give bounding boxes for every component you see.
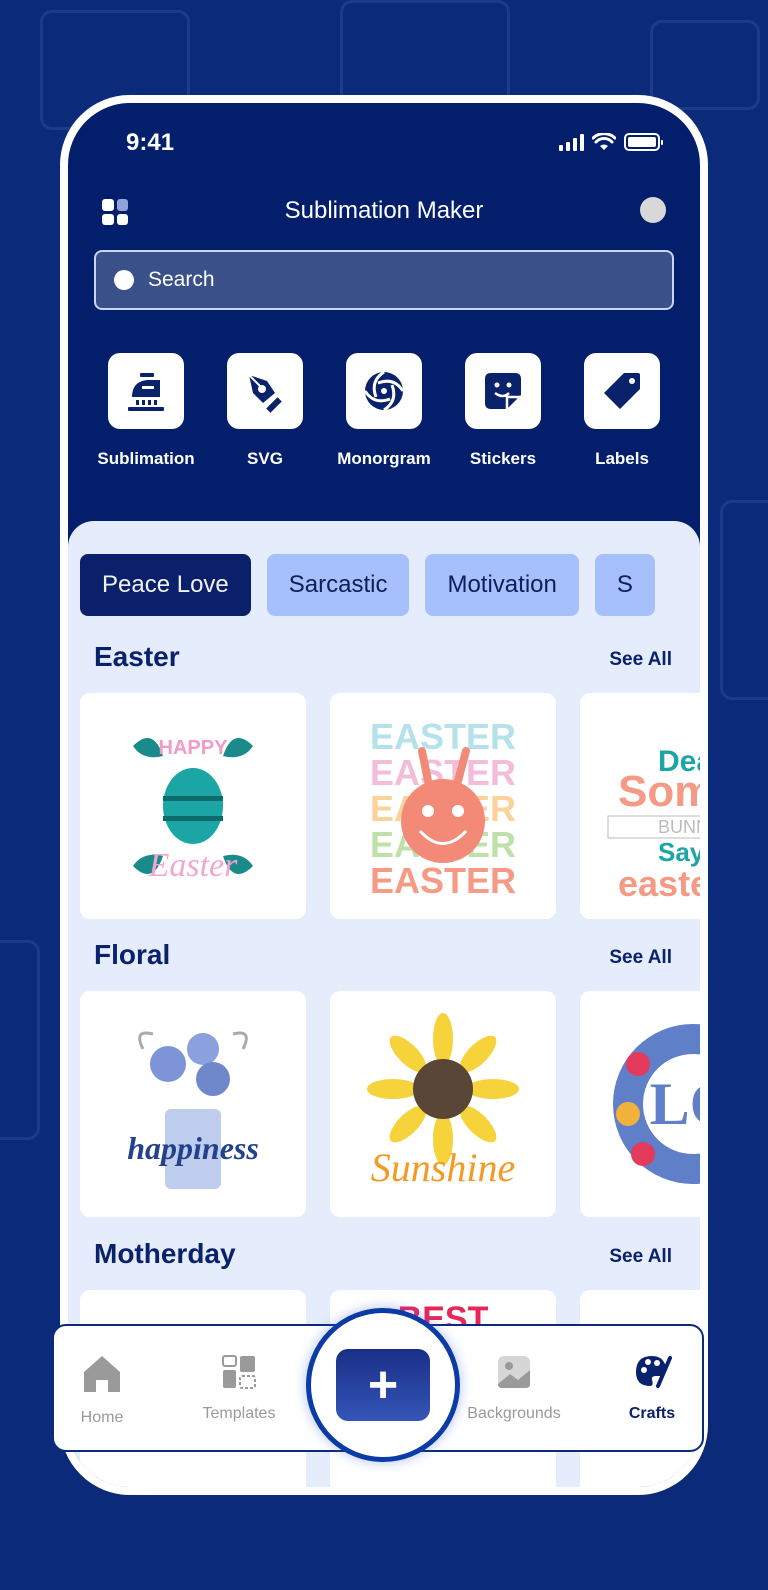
chip-motivation[interactable]: Motivation [425,554,579,616]
see-all-link[interactable]: See All [609,1246,672,1268]
svg-text:EASTER: EASTER [370,860,516,901]
tab-label: Templates [202,1405,276,1422]
category-label: Stickers [469,449,537,468]
category-label: Labels [595,449,649,468]
happiness-vase-artwork: happiness [127,1031,259,1189]
svg-text:happiness: happiness [127,1130,259,1166]
palette-icon [636,1356,672,1388]
category-label: SVG [247,449,283,468]
sunshine-sunflower-artwork: Sunshine [367,1013,519,1190]
sticker-icon [485,373,521,409]
section-easter: Easter See All HAPPY Easter EASTER EASTE… [68,641,700,919]
chip-peace-love[interactable]: Peace Love [80,554,251,616]
design-card[interactable]: Sunshine [330,991,556,1217]
category-shortcuts: Sublimation SVG Monorgram Stickers Label… [88,353,680,469]
filter-chips: Peace Love Sarcastic Motivation S [80,554,655,616]
search-bar[interactable] [94,250,674,310]
svg-text:easter: easter [618,863,700,901]
love-floral-artwork: LO [613,1024,700,1184]
category-label: Sublimation [97,449,195,468]
background-decoration [720,500,768,700]
search-icon [114,270,134,290]
section-title: Motherday [94,1238,236,1269]
category-label: Monorgram [337,449,431,468]
category-monogram[interactable]: Monorgram [326,353,442,469]
chip-sarcastic[interactable]: Sarcastic [266,554,410,616]
svg-text:EASTER: EASTER [370,716,516,757]
home-icon [84,1356,120,1392]
battery-icon [624,133,663,151]
status-icons [559,133,663,151]
tab-home[interactable]: Home [42,1352,162,1427]
iron-icon [128,373,164,411]
see-all-link[interactable]: See All [609,947,672,969]
section-floral: Floral See All happiness Sunshine L [68,939,700,1217]
search-input[interactable] [148,268,651,292]
app-header: Sublimation Maker [68,193,700,243]
templates-icon [222,1355,256,1389]
svg-text:Some: Some [618,767,700,816]
design-card[interactable]: HAPPY Easter [80,693,306,919]
pen-tool-icon [248,374,282,413]
design-card[interactable]: Dear Some BUNNY Says easter [580,693,700,919]
app-title: Sublimation Maker [284,197,484,224]
cellular-signal-icon [559,133,584,151]
background-decoration [650,20,760,110]
category-stickers[interactable]: Stickers [445,353,561,469]
phone-frame: 9:41 Sublimation Maker Search Sublimatio… [60,95,708,1495]
category-labels[interactable]: Labels [564,353,680,469]
status-bar: 9:41 [68,103,700,183]
chip-more[interactable]: S [594,554,655,616]
tab-label: Backgrounds [467,1405,561,1422]
easter-smiley-artwork: EASTER EASTER EASTER EASTER EASTER [370,716,516,901]
some-bunny-artwork: Dear Some BUNNY Says easter [607,745,700,901]
tab-label: Home [80,1409,124,1426]
wifi-icon [592,133,616,150]
image-icon [498,1356,530,1388]
see-all-link[interactable]: See All [609,649,672,671]
section-title: Floral [94,939,171,970]
section-motherday: Motherday See All BEST [68,1238,700,1487]
tab-crafts[interactable]: Crafts [592,1352,712,1423]
tab-templates[interactable]: Templates [179,1352,299,1423]
aperture-icon [363,370,405,412]
status-time: 9:41 [126,129,175,156]
background-decoration [0,940,40,1140]
svg-text:Easter: Easter [148,847,239,884]
design-card[interactable]: happiness [80,991,306,1217]
profile-avatar[interactable] [640,197,666,223]
create-button-ring: + [306,1308,460,1462]
svg-text:BUNNY: BUNNY [658,817,700,837]
category-sublimation[interactable]: Sublimation [88,353,204,469]
svg-text:LO: LO [650,1071,700,1137]
section-title: Easter [94,641,180,672]
category-svg[interactable]: SVG [207,353,323,469]
create-button[interactable]: + [336,1349,430,1421]
tag-icon [604,373,640,409]
happy-easter-artwork: HAPPY Easter [133,737,253,884]
background-decoration [340,0,510,110]
design-card[interactable]: LO [580,991,700,1217]
svg-text:Sunshine: Sunshine [371,1145,515,1190]
tab-label: Crafts [628,1405,676,1422]
svg-text:HAPPY: HAPPY [159,737,229,759]
design-card[interactable]: EASTER EASTER EASTER EASTER EASTER [330,693,556,919]
tab-backgrounds[interactable]: Backgrounds [454,1352,574,1423]
